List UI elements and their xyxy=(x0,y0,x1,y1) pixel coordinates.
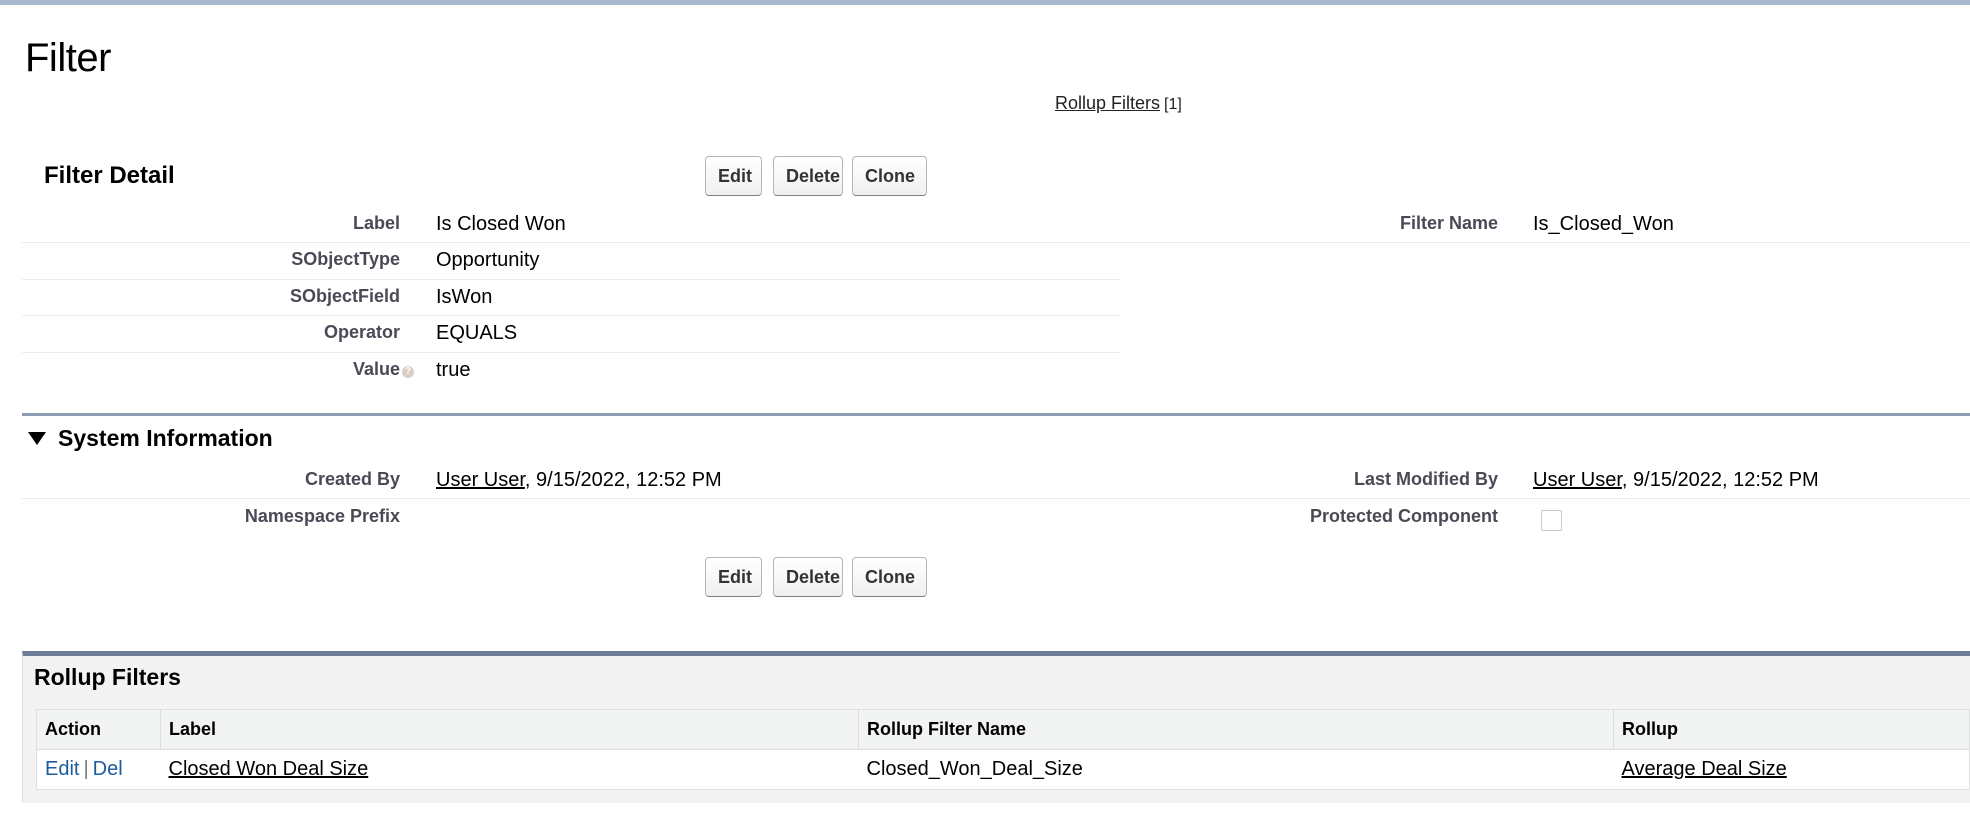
value-field-value: true xyxy=(436,359,471,381)
last-modified-by-value: User User, 9/15/2022, 12:52 PM xyxy=(1533,469,1819,492)
row-divider xyxy=(1120,498,1970,499)
protected-component-label: Protected Component xyxy=(1309,506,1498,526)
system-info-title: System Information xyxy=(58,425,273,451)
created-by-date: , 9/15/2022, 12:52 PM xyxy=(524,469,722,491)
filter-name-value: Is_Closed_Won xyxy=(1533,213,1674,235)
row-divider xyxy=(22,242,1120,243)
row-edit-link[interactable]: Edit xyxy=(45,758,79,780)
rollup-filters-link[interactable]: Rollup Filters xyxy=(1055,93,1160,113)
system-info-heading[interactable]: System Information xyxy=(28,425,273,452)
page-title: Filter xyxy=(25,36,111,80)
detail-heading: Filter Detail xyxy=(44,162,175,189)
protected-component-checkbox xyxy=(1541,510,1562,531)
sobjecttype-value: Opportunity xyxy=(436,249,540,271)
row-divider xyxy=(22,315,1120,316)
row-divider xyxy=(22,279,1120,280)
created-by-label: Created By xyxy=(304,469,400,489)
operator-value: EQUALS xyxy=(436,322,518,344)
label-cell: Closed Won Deal Size xyxy=(161,750,859,790)
created-by-user-link[interactable]: User User xyxy=(436,469,525,491)
delete-button-bottom[interactable]: Delete xyxy=(773,557,843,597)
column-header-action: Action xyxy=(36,709,161,750)
row-divider xyxy=(22,352,1120,353)
sobjectfield-label: SObjectField xyxy=(289,286,400,306)
column-header-rollup: Rollup xyxy=(1613,709,1970,750)
rollup-filters-count: [1] xyxy=(1164,96,1182,113)
last-modified-by-label: Last Modified By xyxy=(1353,469,1498,489)
rollup-cell: Average Deal Size xyxy=(1614,750,1970,790)
section-separator xyxy=(22,413,1970,416)
value-field-label: Value? xyxy=(200,359,414,380)
row-del-link[interactable]: Del xyxy=(93,758,123,780)
last-modified-date: , 9/15/2022, 12:52 PM xyxy=(1621,469,1819,491)
table-header-row: Action Label Rollup Filter Name Rollup xyxy=(36,709,1970,750)
namespace-prefix-label: Namespace Prefix xyxy=(244,506,400,526)
sobjectfield-value: IsWon xyxy=(436,286,493,308)
row-label-link[interactable]: Closed Won Deal Size xyxy=(169,758,369,780)
filter-name-label: Filter Name xyxy=(1399,213,1498,233)
value-label-text: Value xyxy=(352,359,400,379)
filter-name-cell: Closed_Won_Deal_Size xyxy=(866,758,1083,780)
column-header-label: Label xyxy=(160,709,859,750)
column-header-rollup-filter-name: Rollup Filter Name xyxy=(858,709,1614,750)
label-field-value: Is Closed Won xyxy=(436,213,566,235)
action-separator: | xyxy=(83,758,89,780)
sobjecttype-label: SObjectType xyxy=(291,249,400,269)
row-rollup-link[interactable]: Average Deal Size xyxy=(1622,758,1787,780)
collapse-triangle-icon[interactable] xyxy=(28,432,46,445)
label-field-label: Label xyxy=(352,213,400,233)
action-cell: Edit | Del xyxy=(37,750,161,790)
rollup-filters-heading: Rollup Filters xyxy=(34,664,181,690)
table-row: Edit | Del Closed Won Deal Size Closed_Won… xyxy=(37,750,1970,790)
edit-button[interactable]: Edit xyxy=(705,156,762,196)
clone-button-bottom[interactable]: Clone xyxy=(852,557,927,597)
created-by-value: User User, 9/15/2022, 12:52 PM xyxy=(436,469,722,492)
rollup-filters-table: Action Label Rollup Filter Name Rollup E… xyxy=(36,709,1970,790)
operator-label: Operator xyxy=(323,322,400,342)
help-icon[interactable]: ? xyxy=(402,366,414,378)
clone-button[interactable]: Clone xyxy=(852,156,927,196)
delete-button[interactable]: Delete xyxy=(773,156,843,196)
header-band xyxy=(0,0,1970,5)
row-divider xyxy=(22,498,1120,499)
edit-button-bottom[interactable]: Edit xyxy=(705,557,762,597)
related-list-link: Rollup Filters [1] xyxy=(1055,93,1182,114)
row-divider xyxy=(1120,242,1970,243)
last-modified-user-link[interactable]: User User xyxy=(1533,469,1622,491)
